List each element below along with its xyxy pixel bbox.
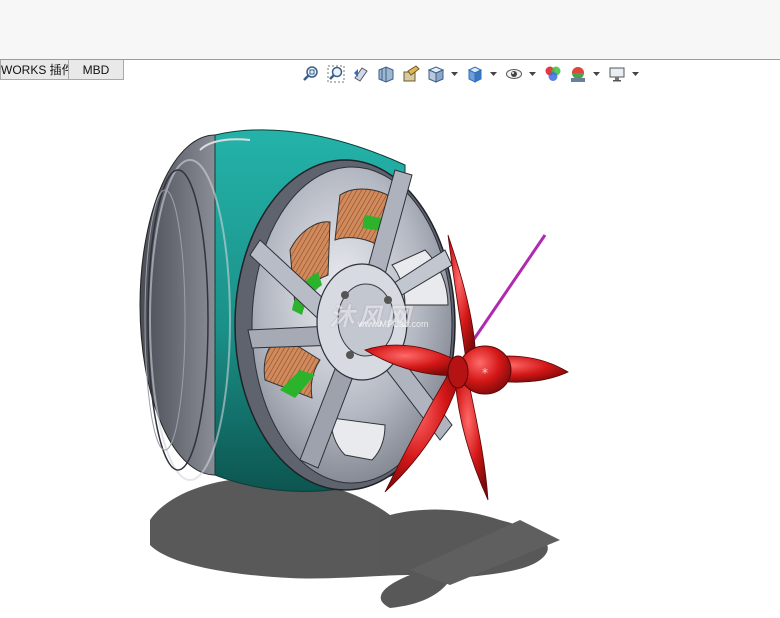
view-settings-icon	[609, 67, 625, 82]
chevron-down-icon	[528, 72, 536, 76]
hide-show-items-icon	[506, 69, 522, 79]
section-view-icon	[378, 66, 394, 83]
view-orientation-dropdown[interactable]	[450, 63, 458, 85]
apply-scene-button[interactable]	[567, 63, 589, 85]
zoom-to-area-button[interactable]	[325, 63, 347, 85]
view-settings-button[interactable]	[606, 63, 628, 85]
svg-text:*: *	[482, 366, 488, 380]
chevron-down-icon	[450, 72, 458, 76]
tab-mbd[interactable]: MBD	[69, 60, 124, 80]
display-style-icon	[467, 66, 483, 83]
dynamic-annotation-button[interactable]	[400, 63, 422, 85]
zoom-to-fit-icon	[303, 66, 318, 81]
display-style-button[interactable]	[464, 63, 486, 85]
zoom-to-area-icon	[327, 65, 345, 83]
model-shadow	[150, 477, 560, 608]
section-view-button[interactable]	[375, 63, 397, 85]
view-settings-dropdown[interactable]	[631, 63, 639, 85]
view-orientation-button[interactable]	[425, 63, 447, 85]
chevron-down-icon	[631, 72, 639, 76]
chevron-down-icon	[592, 72, 600, 76]
previous-view-icon	[354, 67, 368, 82]
edit-appearance-icon	[545, 66, 561, 81]
motor-propeller-model[interactable]: *	[0, 85, 780, 618]
rotation-axis-line	[468, 234, 547, 346]
top-ribbon-area	[0, 0, 780, 60]
view-orientation-icon	[427, 66, 445, 83]
apply-scene-icon	[571, 67, 585, 82]
zoom-to-fit-button[interactable]	[300, 63, 322, 85]
command-manager-tabs: WORKS 插件 MBD	[0, 60, 124, 81]
dynamic-annotation-icon	[403, 65, 420, 82]
apply-scene-dropdown[interactable]	[592, 63, 600, 85]
hide-show-items-button[interactable]	[503, 63, 525, 85]
chevron-down-icon	[489, 72, 497, 76]
edit-appearance-button[interactable]	[542, 63, 564, 85]
display-style-dropdown[interactable]	[489, 63, 497, 85]
graphics-area[interactable]: * 沐风网 www.MFCad.com	[0, 85, 780, 618]
heads-up-view-toolbar	[300, 63, 645, 85]
tab-solidworks-addins[interactable]: WORKS 插件	[0, 60, 69, 80]
hide-show-items-dropdown[interactable]	[528, 63, 536, 85]
watermark-url: www.MFCad.com	[358, 319, 429, 329]
previous-view-button[interactable]	[350, 63, 372, 85]
